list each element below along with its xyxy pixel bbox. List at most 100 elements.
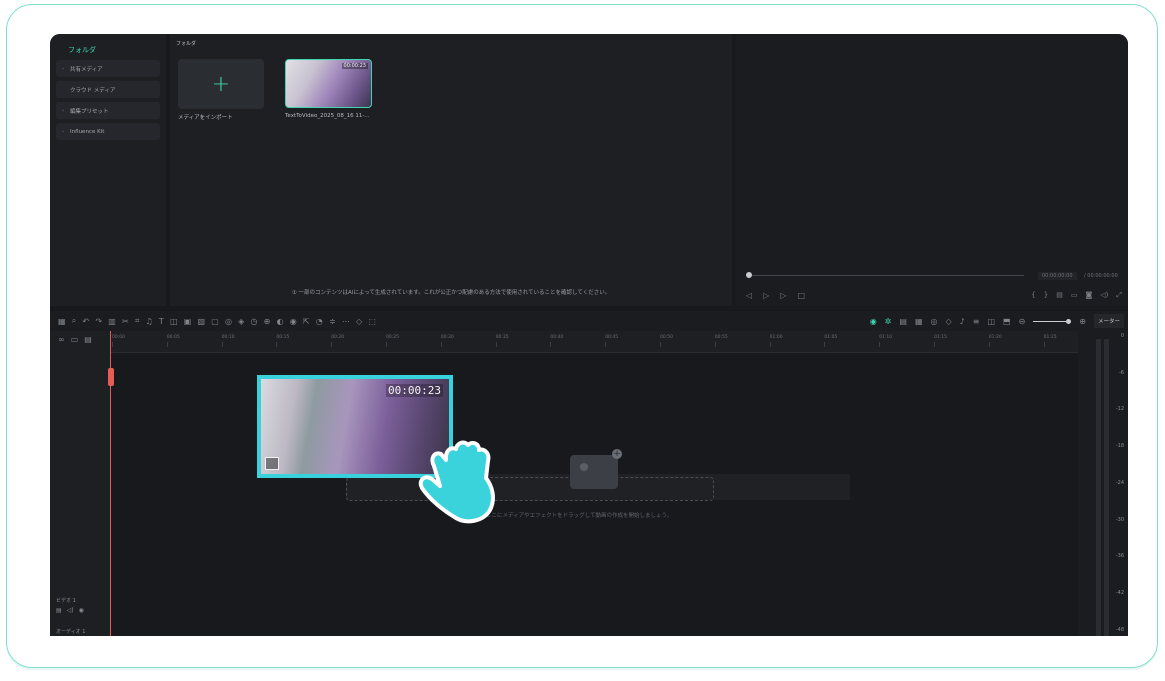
- preview-panel: 00:00:00:00 / 00:00:00:00 ◁ ▷ ▷ □ { } ▤ …: [736, 34, 1128, 306]
- volume-icon[interactable]: ◁): [1100, 291, 1108, 300]
- image-icon[interactable]: ▣: [184, 317, 192, 326]
- color-icon[interactable]: ◐: [277, 317, 284, 326]
- sidebar-item-label: Influence Kit: [70, 128, 105, 135]
- sidebar-item-shared-media[interactable]: › 共有メディア: [56, 60, 160, 77]
- dragged-clip-duration: 00:00:23: [386, 384, 443, 397]
- text-icon[interactable]: T: [159, 317, 164, 326]
- stop-icon[interactable]: □: [797, 291, 805, 300]
- clip-duration: 00:00:23: [341, 63, 368, 69]
- film-icon: [265, 457, 279, 470]
- fit-icon[interactable]: ⬚: [368, 317, 376, 326]
- playhead-handle[interactable]: [108, 368, 114, 386]
- ruler-tick: 01:00: [769, 335, 783, 347]
- box-icon[interactable]: ▢: [211, 317, 219, 326]
- prev-frame-icon[interactable]: ◁: [746, 291, 752, 300]
- snapshot-icon[interactable]: ◙: [1085, 291, 1092, 300]
- media-clip-thumbnail[interactable]: 00:00:23: [285, 59, 372, 108]
- sidebar-item-edit-presets[interactable]: › 編集プリセット: [56, 102, 160, 119]
- pip-icon[interactable]: ◫: [987, 317, 995, 326]
- meter-level-label: -12: [1115, 406, 1124, 413]
- playhead[interactable]: [108, 331, 114, 636]
- chevron-right-icon: ›: [62, 128, 64, 135]
- select-icon[interactable]: ⌕: [72, 316, 76, 326]
- play-frame-icon[interactable]: ▷: [763, 291, 769, 300]
- import-media-button[interactable]: +: [178, 59, 264, 109]
- zoom-icon[interactable]: ⊕: [264, 317, 271, 326]
- zoom-out-icon[interactable]: ⊖: [1019, 317, 1026, 326]
- timeline-area[interactable]: 00:00 00:05 00:10 00:15 00:20 00:25 00:30 00:35…: [108, 331, 1078, 636]
- total-time: / 00:00:00:00: [1084, 273, 1118, 279]
- fullscreen-icon[interactable]: ⤢: [1116, 291, 1122, 300]
- meter-bar-right: [1104, 339, 1109, 636]
- magic-icon[interactable]: ✲: [885, 317, 892, 326]
- render-icon[interactable]: ▤: [899, 317, 907, 326]
- stabilize-icon[interactable]: ◉: [290, 317, 297, 326]
- time-ruler[interactable]: 00:00 00:05 00:10 00:15 00:20 00:25 00:30 00:35…: [110, 331, 1078, 353]
- folder-icon[interactable]: ▤: [56, 607, 62, 614]
- link-icon[interactable]: ∞: [58, 335, 65, 344]
- sidebar-item-cloud-media[interactable]: クラウド メディア: [56, 81, 160, 98]
- play-icon[interactable]: ▷: [780, 291, 786, 300]
- chevron-right-icon: ›: [62, 65, 64, 72]
- timer-icon[interactable]: ◔: [316, 317, 323, 326]
- meter-dropdown[interactable]: メーター: [1093, 314, 1124, 328]
- undo-icon[interactable]: ↶: [82, 317, 89, 326]
- sidebar-item-label: 共有メディア: [70, 66, 103, 73]
- speaker-icon[interactable]: ◁): [67, 607, 74, 614]
- effect-icon[interactable]: ◈: [238, 317, 244, 326]
- timeline-drop-zone[interactable]: [346, 477, 714, 501]
- fit-width-icon[interactable]: ⬒: [1003, 317, 1011, 326]
- current-time: 00:00:00:00: [1038, 272, 1077, 280]
- motion-icon[interactable]: ⋯: [342, 317, 350, 326]
- ruler-tick: 01:20: [988, 335, 1002, 347]
- display-icon[interactable]: ▭: [1071, 291, 1078, 300]
- ruler-tick: 00:55: [714, 335, 728, 347]
- scrubber-handle[interactable]: [746, 272, 752, 278]
- video-track-controls: ▤ ◁) ◉: [56, 607, 84, 614]
- thumbnail-icon[interactable]: ▦: [915, 317, 923, 326]
- quality-icon[interactable]: ▤: [1056, 291, 1063, 300]
- crop-icon[interactable]: ⌗: [135, 316, 140, 326]
- track-header: ∞ ▭ ▤ ビデオ 1 ▤ ◁) ◉ オーディオ 1: [50, 331, 110, 636]
- ruler-tick: 00:25: [386, 335, 399, 347]
- export-icon[interactable]: ⇱: [303, 317, 310, 326]
- list-icon[interactable]: ≡: [973, 317, 980, 326]
- split-icon[interactable]: ◇: [356, 317, 362, 326]
- delete-icon[interactable]: ▥: [108, 317, 116, 326]
- grab-hand-icon: [418, 440, 495, 524]
- ai-content-notice: ① 一部のコンテンツはAIによって生成されています。これが公正かつ配慮のある方法…: [291, 290, 611, 296]
- media-folder-title: フォルダ: [176, 41, 197, 47]
- sticker-icon[interactable]: ▧: [197, 317, 205, 326]
- speed-icon[interactable]: ◷: [251, 317, 258, 326]
- eye-icon[interactable]: ◉: [79, 607, 84, 614]
- adjust-icon[interactable]: ≑: [329, 317, 336, 326]
- zoom-slider[interactable]: [1033, 318, 1072, 324]
- meter-level-label: -42: [1115, 589, 1124, 596]
- layout-icon[interactable]: ▦: [58, 317, 66, 326]
- mask-icon[interactable]: ◎: [225, 317, 232, 326]
- playback-controls: ◁ ▷ ▷ □: [746, 291, 805, 300]
- sidebar-item-influence-kit[interactable]: › Influence Kit: [56, 123, 160, 140]
- chevron-right-icon: ›: [62, 107, 64, 114]
- toggle-icon[interactable]: ▭: [71, 335, 79, 344]
- record-icon[interactable]: ◎: [931, 317, 938, 326]
- ruler-tick: 00:00: [112, 335, 125, 347]
- zoom-in-icon[interactable]: ⊕: [1079, 317, 1086, 326]
- meter-level-label: -36: [1115, 553, 1124, 560]
- redo-icon[interactable]: ↷: [95, 317, 102, 326]
- audio-icon[interactable]: ♫: [146, 317, 153, 326]
- meter-bar-left: [1096, 339, 1101, 636]
- add-track-icon[interactable]: ▤: [84, 335, 92, 344]
- cut-icon[interactable]: ✂: [122, 317, 129, 326]
- folder-header[interactable]: フォルダ: [50, 34, 166, 60]
- frame-icon[interactable]: ◫: [170, 317, 178, 326]
- shield-icon[interactable]: ◇: [945, 317, 951, 326]
- mic-icon[interactable]: ♪: [960, 317, 965, 326]
- preview-scrubber[interactable]: [748, 275, 1024, 276]
- mark-in-icon[interactable]: {: [1031, 291, 1035, 300]
- meter-level-label: 0: [1120, 333, 1124, 339]
- mark-out-icon[interactable]: }: [1044, 291, 1048, 300]
- add-media-icon: [570, 449, 622, 489]
- ruler-tick: 00:50: [660, 335, 673, 347]
- ai-icon[interactable]: ◉: [870, 317, 877, 326]
